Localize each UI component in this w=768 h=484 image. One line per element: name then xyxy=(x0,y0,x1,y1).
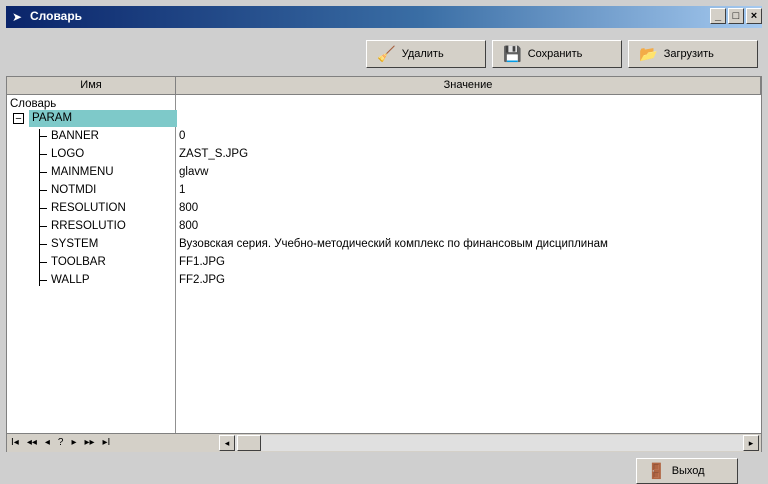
row-name[interactable]: SYSTEM xyxy=(51,237,98,252)
nav-button[interactable]: I◂ xyxy=(11,435,19,451)
dictionary-window: ➤ Словарь _ □ × 🧹 Удалить 💾 Сохранить 📂 … xyxy=(0,0,768,484)
toolbar: 🧹 Удалить 💾 Сохранить 📂 Загрузить xyxy=(6,32,762,72)
maximize-button[interactable]: □ xyxy=(728,8,744,24)
tree-connector xyxy=(39,226,47,227)
tree-connector xyxy=(39,208,47,209)
scroll-left-button[interactable]: ◂ xyxy=(219,435,235,451)
header-name[interactable]: Имя xyxy=(7,77,176,95)
tree-connector xyxy=(39,244,47,245)
load-button[interactable]: 📂 Загрузить xyxy=(628,40,758,68)
row-name[interactable]: RESOLUTION xyxy=(51,201,126,216)
close-button[interactable]: × xyxy=(746,8,762,24)
grid-footer: I◂ ◂◂ ◂? ▸ ▸▸ ▸I ◂ ▸ xyxy=(7,433,761,452)
delete-label: Удалить xyxy=(401,48,444,60)
nav-button[interactable]: ? xyxy=(58,435,64,451)
tree-connector xyxy=(39,190,47,191)
nav-button[interactable]: ◂ xyxy=(45,435,50,451)
scroll-thumb[interactable] xyxy=(237,435,261,451)
record-navigator: I◂ ◂◂ ◂? ▸ ▸▸ ▸I xyxy=(11,435,110,451)
window-controls: _ □ × xyxy=(710,8,762,24)
nav-button[interactable]: ◂◂ xyxy=(27,435,37,451)
tree-root-label[interactable]: Словарь xyxy=(10,98,56,110)
row-name[interactable]: WALLP xyxy=(51,273,90,288)
column-separator xyxy=(175,95,176,433)
load-label: Загрузить xyxy=(663,48,714,60)
scroll-right-button[interactable]: ▸ xyxy=(743,435,759,451)
row-value[interactable]: 800 xyxy=(179,219,198,234)
folder-open-icon: 📂 xyxy=(639,45,658,63)
row-name[interactable]: RRESOLUTIO xyxy=(51,219,126,234)
dictionary-grid[interactable]: Имя Значение Словарь − PARAM BANNER 0 LOGO… xyxy=(6,76,762,452)
delete-button[interactable]: 🧹 Удалить xyxy=(366,40,486,68)
header-value[interactable]: Значение xyxy=(176,77,761,95)
nav-button[interactable]: ▸▸ xyxy=(84,435,94,451)
window-title: Словарь xyxy=(30,9,83,23)
tree-connector xyxy=(39,262,47,263)
row-value[interactable]: Вузовская серия. Учебно-методический ком… xyxy=(179,237,608,252)
row-value[interactable]: FF2.JPG xyxy=(179,273,225,288)
tree-group-param[interactable]: PARAM xyxy=(29,110,177,127)
save-label: Сохранить xyxy=(527,48,583,60)
broom-icon: 🧹 xyxy=(377,45,396,63)
tree-connector xyxy=(39,136,47,137)
row-name[interactable]: NOTMDI xyxy=(51,183,96,198)
row-value[interactable]: FF1.JPG xyxy=(179,255,225,270)
title-bar[interactable]: ➤ Словарь _ □ × xyxy=(6,6,762,28)
app-icon: ➤ xyxy=(12,10,23,24)
row-name[interactable]: TOOLBAR xyxy=(51,255,106,270)
exit-button[interactable]: 🚪 Выход xyxy=(636,458,738,484)
row-name[interactable]: MAINMENU xyxy=(51,165,114,180)
row-name[interactable]: BANNER xyxy=(51,129,99,144)
exit-label: Выход xyxy=(671,465,705,477)
floppy-icon: 💾 xyxy=(503,45,522,63)
row-value[interactable]: glavw xyxy=(179,165,208,180)
collapse-icon[interactable]: − xyxy=(13,113,24,125)
tree-connector xyxy=(39,280,47,281)
save-button[interactable]: 💾 Сохранить xyxy=(492,40,622,68)
row-value[interactable]: ZAST_S.JPG xyxy=(179,147,248,162)
row-value[interactable]: 0 xyxy=(179,129,185,144)
tree-connector xyxy=(39,172,47,173)
horizontal-scrollbar[interactable]: ◂ ▸ xyxy=(219,435,759,451)
row-value[interactable]: 1 xyxy=(179,183,185,198)
row-value[interactable]: 800 xyxy=(179,201,198,216)
nav-button[interactable]: ▸I xyxy=(103,435,111,451)
tree-connector xyxy=(39,154,47,155)
minimize-button[interactable]: _ xyxy=(710,8,726,24)
nav-button[interactable]: ▸ xyxy=(71,435,76,451)
door-exit-icon: 🚪 xyxy=(647,463,666,480)
row-name[interactable]: LOGO xyxy=(51,147,84,162)
